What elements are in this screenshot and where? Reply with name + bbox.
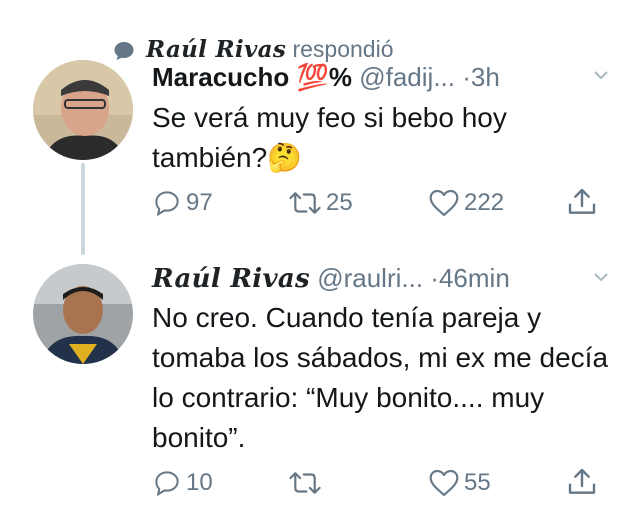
share-icon (568, 468, 596, 494)
thinking-face-emoji: 🤔 (267, 142, 303, 173)
like-icon (429, 189, 459, 217)
chevron-down-icon[interactable] (594, 270, 608, 284)
tweet1-badge-suffix: % (328, 62, 352, 92)
tweet2-handle[interactable]: @raulri... (317, 263, 423, 293)
tweet1-author-name[interactable]: Maracucho (152, 62, 289, 92)
tweet1-retweet-count: 25 (326, 189, 353, 216)
tweet2-dot: · (430, 263, 439, 293)
chevron-down-icon[interactable] (594, 68, 608, 82)
tweet1-text: Se verá muy feo si bebo hoy también?🤔 (152, 98, 622, 178)
tweet2-share-button[interactable] (566, 466, 598, 498)
tweet1-time[interactable]: 3h (471, 62, 500, 92)
tweet2-reply-button[interactable]: 10 (152, 468, 213, 498)
tweet2-author-name[interactable]: Raúl Rivas (152, 264, 310, 294)
like-icon (429, 469, 459, 497)
reply-context-action: respondió (292, 36, 394, 62)
tweet1-reply-count: 97 (186, 189, 213, 216)
thread-connector (81, 163, 85, 255)
retweet-icon (289, 192, 321, 214)
avatar-maracucho[interactable] (33, 60, 133, 160)
reply-context-name[interactable]: Raúl Rivas (146, 36, 286, 63)
reply-context: Raúl Rivas respondió (112, 36, 394, 63)
tweet1-handle[interactable]: @fadij... (359, 62, 455, 92)
reply-icon (155, 191, 179, 217)
tweet2-retweet-button[interactable] (288, 468, 326, 498)
tweet2-text: No creo. Cuando tenía pareja y tomaba lo… (152, 302, 609, 453)
tweet2-like-button[interactable]: 55 (428, 468, 491, 498)
share-icon (568, 188, 596, 214)
avatar-image (33, 264, 133, 364)
tweet1-reply-button[interactable]: 97 (152, 188, 213, 218)
speech-bubble-icon (114, 41, 134, 60)
tweet1-like-button[interactable]: 222 (428, 188, 504, 218)
tweet2-like-count: 55 (464, 469, 491, 496)
tweet1-dot: · (462, 62, 471, 92)
tweet1-header: Maracucho 💯% @fadij... ·3h (152, 62, 500, 93)
avatar-raul-rivas[interactable] (33, 264, 133, 364)
avatar-image (33, 60, 133, 160)
tweet2-header: Raúl Rivas @raulri... ·46min (152, 263, 510, 294)
tweet2-reply-count: 10 (186, 469, 213, 496)
tweet2-time[interactable]: 46min (439, 263, 510, 293)
hundred-points-emoji: 💯 (296, 62, 329, 92)
retweet-icon (289, 472, 321, 494)
tweet1-text-content: Se verá muy feo si bebo hoy también? (152, 102, 507, 173)
reply-icon (155, 471, 179, 497)
tweet1-like-count: 222 (464, 189, 505, 216)
tweet1-share-button[interactable] (566, 186, 598, 218)
tweet1-retweet-button[interactable]: 25 (288, 188, 353, 218)
